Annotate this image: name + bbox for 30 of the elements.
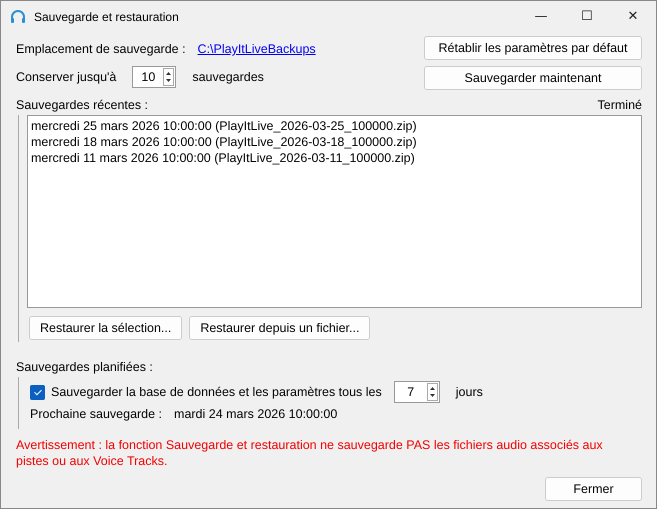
days-spinner[interactable]: 7 [394, 381, 440, 403]
spin-arrows-icon [163, 68, 174, 86]
warning-text: Avertissement : la fonction Sauvegarde et restauration ne sauvegarde PAS les fichiers audio associés aux pistes ou aux Voice Tracks. [16, 437, 604, 469]
recent-backups-label: Sauvegardes récentes : [16, 98, 148, 112]
backup-list-item[interactable]: mercredi 18 mars 2026 10:00:00 (PlayItLive_2026-03-18_100000.zip) [31, 134, 638, 150]
close-dialog-button[interactable]: Fermer [545, 477, 642, 501]
headphones-icon [10, 8, 26, 24]
schedule-checkbox[interactable] [30, 384, 45, 400]
backup-path-link[interactable]: C:\PlayItLiveBackups [198, 42, 316, 56]
backup-list-item[interactable]: mercredi 11 mars 2026 10:00:00 (PlayItLive_2026-03-11_100000.zip) [31, 150, 638, 166]
status-label: Terminé [598, 98, 642, 112]
keep-label: Conserver jusqu'à [16, 70, 116, 84]
location-label: Emplacement de sauvegarde : [16, 42, 186, 56]
restore-from-file-button[interactable]: Restaurer depuis un fichier... [189, 316, 370, 340]
close-button[interactable]: ✕ [610, 1, 656, 32]
reset-defaults-button[interactable]: Rétablir les paramètres par défaut [424, 36, 642, 60]
next-backup-label: Prochaine sauvegarde : [30, 407, 162, 421]
backup-list-item[interactable]: mercredi 25 mars 2026 10:00:00 (PlayItLive_2026-03-25_100000.zip) [31, 118, 638, 134]
spin-arrows-icon [426, 383, 438, 401]
maximize-button[interactable]: ☐ [564, 1, 610, 32]
scheduled-label: Sauvegardes planifiées : [16, 360, 154, 374]
backup-now-button[interactable]: Sauvegarder maintenant [424, 66, 642, 90]
minimize-button[interactable]: — [518, 1, 564, 32]
schedule-checkbox-label: Sauvegarder la base de données et les paramètres tous les [51, 385, 382, 399]
backups-unit-label: sauvegardes [192, 70, 264, 84]
next-backup-value: mardi 24 mars 2026 10:00:00 [174, 407, 338, 421]
window-title: Sauvegarde et restauration [34, 10, 179, 24]
restore-selection-button[interactable]: Restaurer la sélection... [29, 316, 182, 340]
days-unit-label: jours [456, 385, 483, 399]
keep-count-spinner[interactable]: 10 [132, 66, 176, 88]
